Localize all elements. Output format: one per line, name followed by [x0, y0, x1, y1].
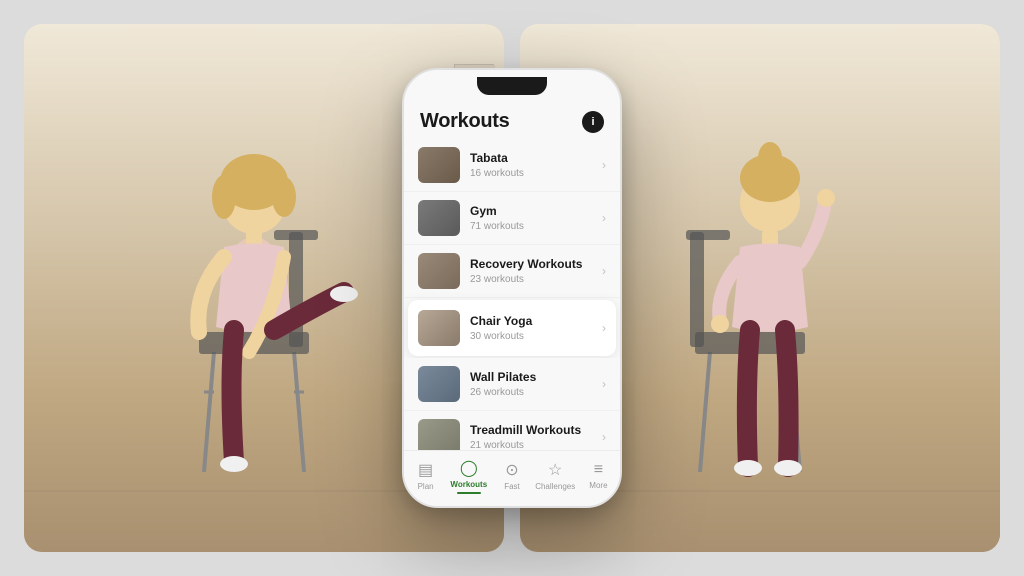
workout-name-chairyoga: Chair Yoga: [470, 314, 598, 330]
workout-info-chairyoga: Chair Yoga 30 workouts: [470, 314, 598, 342]
nav-item-challenges[interactable]: ☆ Challenges: [534, 460, 577, 491]
workout-item-gym[interactable]: Gym 71 workouts ›: [404, 192, 620, 245]
workout-item-recovery[interactable]: Recovery Workouts 23 workouts ›: [404, 245, 620, 298]
workout-count-wallpilates: 26 workouts: [470, 387, 598, 398]
workout-item-tabata[interactable]: Tabata 16 workouts ›: [404, 139, 620, 192]
workout-name-gym: Gym: [470, 204, 598, 220]
nav-icon-fast: ⊙: [505, 460, 518, 480]
nav-item-workouts[interactable]: ◯ Workouts: [447, 458, 490, 494]
nav-underline: [457, 492, 481, 494]
workout-info-treadmill: Treadmill Workouts 21 workouts: [470, 423, 598, 450]
workout-item-chairyoga[interactable]: Chair Yoga 30 workouts ›: [408, 300, 616, 356]
nav-icon-plan: ▤: [418, 460, 433, 480]
nav-icon-workouts: ◯: [460, 458, 478, 478]
person-right-svg: [630, 92, 890, 512]
workout-item-wallpilates[interactable]: Wall Pilates 26 workouts ›: [404, 358, 620, 411]
workout-thumb-recovery: [418, 253, 460, 289]
info-icon[interactable]: i: [582, 111, 604, 133]
workout-info-wallpilates: Wall Pilates 26 workouts: [470, 370, 598, 398]
nav-item-more[interactable]: ≡ More: [577, 461, 620, 490]
nav-label-challenges: Challenges: [535, 482, 575, 491]
phone-top: [404, 70, 620, 102]
workout-count-gym: 71 workouts: [470, 221, 598, 232]
phone: Workouts i Tabata 16 workouts › Gym 71 w…: [402, 68, 622, 508]
chevron-icon-tabata: ›: [602, 158, 606, 172]
workout-item-treadmill[interactable]: Treadmill Workouts 21 workouts ›: [404, 411, 620, 450]
workout-thumb-chairyoga: [418, 310, 460, 346]
workout-thumb-tabata: [418, 147, 460, 183]
app-title: Workouts: [420, 110, 509, 133]
workout-count-treadmill: 21 workouts: [470, 440, 598, 450]
workout-name-recovery: Recovery Workouts: [470, 257, 598, 273]
nav-label-plan: Plan: [418, 482, 434, 491]
workout-count-chairyoga: 30 workouts: [470, 331, 598, 342]
workout-name-treadmill: Treadmill Workouts: [470, 423, 598, 439]
phone-notch: [477, 77, 547, 95]
chevron-icon-recovery: ›: [602, 264, 606, 278]
workout-thumb-gym: [418, 200, 460, 236]
workout-list: Tabata 16 workouts › Gym 71 workouts › R…: [404, 139, 620, 450]
app-header: Workouts i: [404, 102, 620, 139]
workout-thumb-treadmill: [418, 419, 460, 450]
workout-thumb-wallpilates: [418, 366, 460, 402]
person-left-svg: [134, 92, 394, 512]
phone-wrapper: Workouts i Tabata 16 workouts › Gym 71 w…: [402, 68, 622, 508]
scene: Workouts i Tabata 16 workouts › Gym 71 w…: [0, 0, 1024, 576]
chevron-icon-chairyoga: ›: [602, 321, 606, 335]
workout-info-tabata: Tabata 16 workouts: [470, 151, 598, 179]
workout-name-tabata: Tabata: [470, 151, 598, 167]
nav-label-workouts: Workouts: [450, 480, 487, 489]
nav-item-fast[interactable]: ⊙ Fast: [490, 460, 533, 491]
workout-count-tabata: 16 workouts: [470, 168, 598, 179]
chevron-icon-treadmill: ›: [602, 430, 606, 444]
nav-icon-challenges: ☆: [548, 460, 562, 480]
workout-name-wallpilates: Wall Pilates: [470, 370, 598, 386]
nav-item-plan[interactable]: ▤ Plan: [404, 460, 447, 491]
nav-label-more: More: [589, 481, 607, 490]
workout-count-recovery: 23 workouts: [470, 274, 598, 285]
nav-icon-more: ≡: [594, 461, 603, 479]
nav-label-fast: Fast: [504, 482, 520, 491]
chevron-icon-wallpilates: ›: [602, 377, 606, 391]
chevron-icon-gym: ›: [602, 211, 606, 225]
bottom-nav: ▤ Plan ◯ Workouts ⊙ Fast ☆ Challenges ≡ …: [404, 450, 620, 506]
workout-info-gym: Gym 71 workouts: [470, 204, 598, 232]
workout-info-recovery: Recovery Workouts 23 workouts: [470, 257, 598, 285]
